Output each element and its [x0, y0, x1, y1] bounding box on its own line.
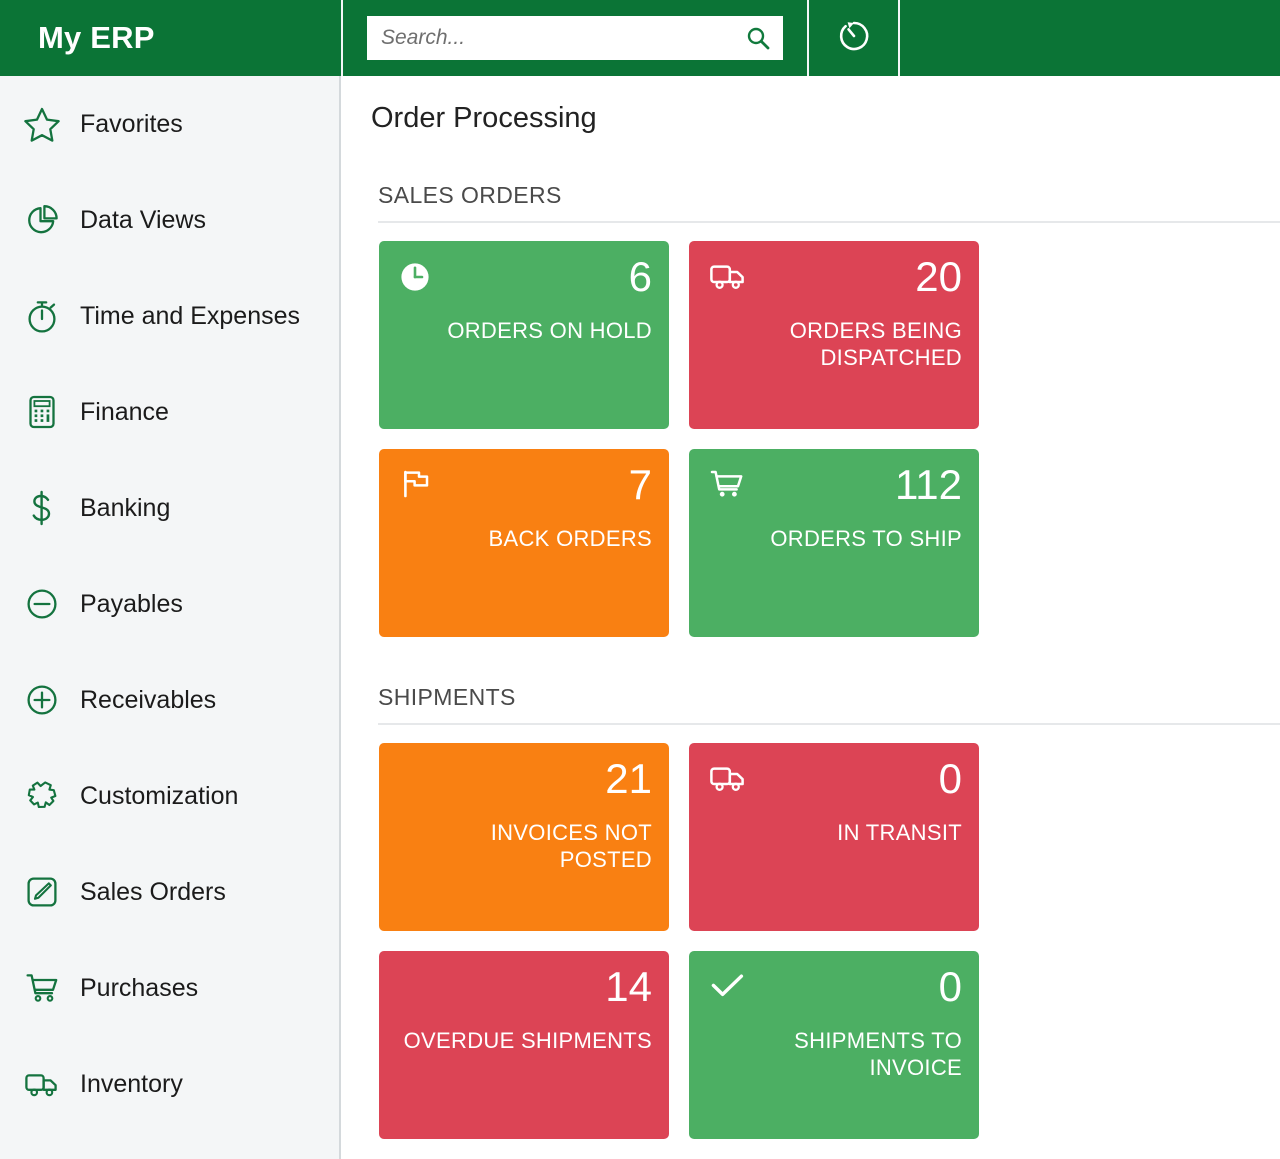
tile-value: 112: [895, 461, 962, 508]
sidebar-item-label: Banking: [80, 493, 171, 522]
truck-icon: [706, 757, 750, 801]
sidebar-item-customization[interactable]: Customization: [0, 748, 339, 844]
tile-value: 0: [938, 963, 962, 1010]
sidebar-item-favorites[interactable]: Favorites: [0, 76, 339, 172]
tile-top: 0: [706, 965, 962, 1021]
tile-label: INVOICES NOT POSTED: [490, 820, 652, 872]
sidebar-item-time-and-expenses[interactable]: Time and Expenses: [0, 268, 339, 364]
sidebar-item-finance[interactable]: Finance: [0, 364, 339, 460]
search-icon[interactable]: [745, 25, 771, 51]
no-icon: [396, 965, 440, 1009]
tile-grid-sales-orders: 6 ORDERS ON HOLD 20 ORDERS BEING DISPATC…: [362, 223, 1280, 637]
no-icon: [396, 757, 440, 801]
tile-grid-shipments: 21 INVOICES NOT POSTED 0 IN TRANSIT 14 O…: [362, 725, 1280, 1139]
stopwatch-icon: [20, 294, 64, 338]
sidebar-item-banking[interactable]: Banking: [0, 460, 339, 556]
tile-value: 14: [605, 963, 652, 1010]
tile-orders-being-dispatched[interactable]: 20 ORDERS BEING DISPATCHED: [689, 241, 979, 429]
top-bar: My ERP: [0, 0, 1280, 76]
star-icon: [20, 102, 64, 146]
truck-icon: [20, 1062, 64, 1106]
clock-icon: [396, 255, 440, 299]
tile-overdue-shipments[interactable]: 14 OVERDUE SHIPMENTS: [379, 951, 669, 1139]
top-bar-filler: [900, 0, 1280, 76]
tile-top: 0: [706, 757, 962, 813]
tile-orders-to-ship[interactable]: 112 ORDERS TO SHIP: [689, 449, 979, 637]
sidebar-item-data-views[interactable]: Data Views: [0, 172, 339, 268]
tile-value: 6: [628, 253, 652, 300]
tile-label: ORDERS BEING DISPATCHED: [789, 318, 962, 370]
shopping-cart-icon: [706, 463, 750, 507]
tile-top: 14: [396, 965, 652, 1021]
shopping-cart-icon: [20, 966, 64, 1010]
tile-top: 7: [396, 463, 652, 519]
flag-icon: [396, 463, 440, 507]
sidebar-item-sales-orders[interactable]: Sales Orders: [0, 844, 339, 940]
search-input[interactable]: [367, 16, 783, 60]
tile-value: 21: [605, 755, 652, 802]
sidebar-item-label: Time and Expenses: [80, 301, 301, 330]
app-brand: My ERP: [38, 20, 155, 55]
calculator-icon: [20, 390, 64, 434]
pencil-square-icon: [20, 870, 64, 914]
sidebar-item-label: Payables: [80, 589, 183, 618]
tile-label: ORDERS ON HOLD: [447, 318, 652, 343]
tile-value: 0: [938, 755, 962, 802]
check-icon: [706, 965, 750, 1009]
sidebar-item-label: Finance: [80, 397, 169, 426]
tile-label: SHIPMENTS TO INVOICE: [794, 1028, 962, 1080]
dollar-icon: [20, 486, 64, 530]
pie-chart-icon: [20, 198, 64, 242]
search-box[interactable]: [367, 16, 783, 60]
tile-value: 7: [628, 461, 652, 508]
tile-invoices-not-posted[interactable]: 21 INVOICES NOT POSTED: [379, 743, 669, 931]
tile-in-transit[interactable]: 0 IN TRANSIT: [689, 743, 979, 931]
sidebar-item-label: Purchases: [80, 973, 199, 1002]
main-content: Order Processing SALES ORDERS 6 ORDERS O…: [343, 76, 1280, 1159]
tile-top: 21: [396, 757, 652, 813]
sidebar-item-purchases[interactable]: Purchases: [0, 940, 339, 1036]
tile-label: IN TRANSIT: [837, 820, 962, 845]
tile-back-orders[interactable]: 7 BACK ORDERS: [379, 449, 669, 637]
truck-icon: [706, 255, 750, 299]
sidebar-item-receivables[interactable]: Receivables: [0, 652, 339, 748]
tile-label: OVERDUE SHIPMENTS: [403, 1028, 652, 1053]
timer-refresh-icon[interactable]: [834, 16, 874, 61]
tile-shipments-to-invoice[interactable]: 0 SHIPMENTS TO INVOICE: [689, 951, 979, 1139]
tile-top: 6: [396, 255, 652, 311]
sidebar-item-label: Sales Orders: [80, 877, 226, 906]
page-title: Order Processing: [371, 102, 597, 134]
minus-circle-icon: [20, 582, 64, 626]
sidebar-item-inventory[interactable]: Inventory: [0, 1036, 339, 1132]
sidebar-item-label: Favorites: [80, 109, 183, 138]
section-title-shipments: SHIPMENTS: [378, 684, 516, 710]
tile-value: 20: [915, 253, 962, 300]
tile-label: ORDERS TO SHIP: [770, 526, 962, 551]
sidebar: Favorites Data Views Time and Expenses F…: [0, 76, 341, 1159]
timer-cell[interactable]: [809, 0, 900, 76]
tile-label: BACK ORDERS: [488, 526, 652, 551]
search-cell: [341, 0, 809, 76]
sidebar-item-label: Receivables: [80, 685, 217, 714]
sidebar-item-label: Customization: [80, 781, 239, 810]
plus-circle-icon: [20, 678, 64, 722]
tile-orders-on-hold[interactable]: 6 ORDERS ON HOLD: [379, 241, 669, 429]
tile-top: 112: [706, 463, 962, 519]
sidebar-item-label: Inventory: [80, 1069, 183, 1098]
sidebar-item-label: Data Views: [80, 205, 206, 234]
section-title-sales-orders: SALES ORDERS: [378, 182, 562, 208]
puzzle-piece-icon: [20, 774, 64, 818]
tile-top: 20: [706, 255, 962, 311]
sidebar-item-payables[interactable]: Payables: [0, 556, 339, 652]
